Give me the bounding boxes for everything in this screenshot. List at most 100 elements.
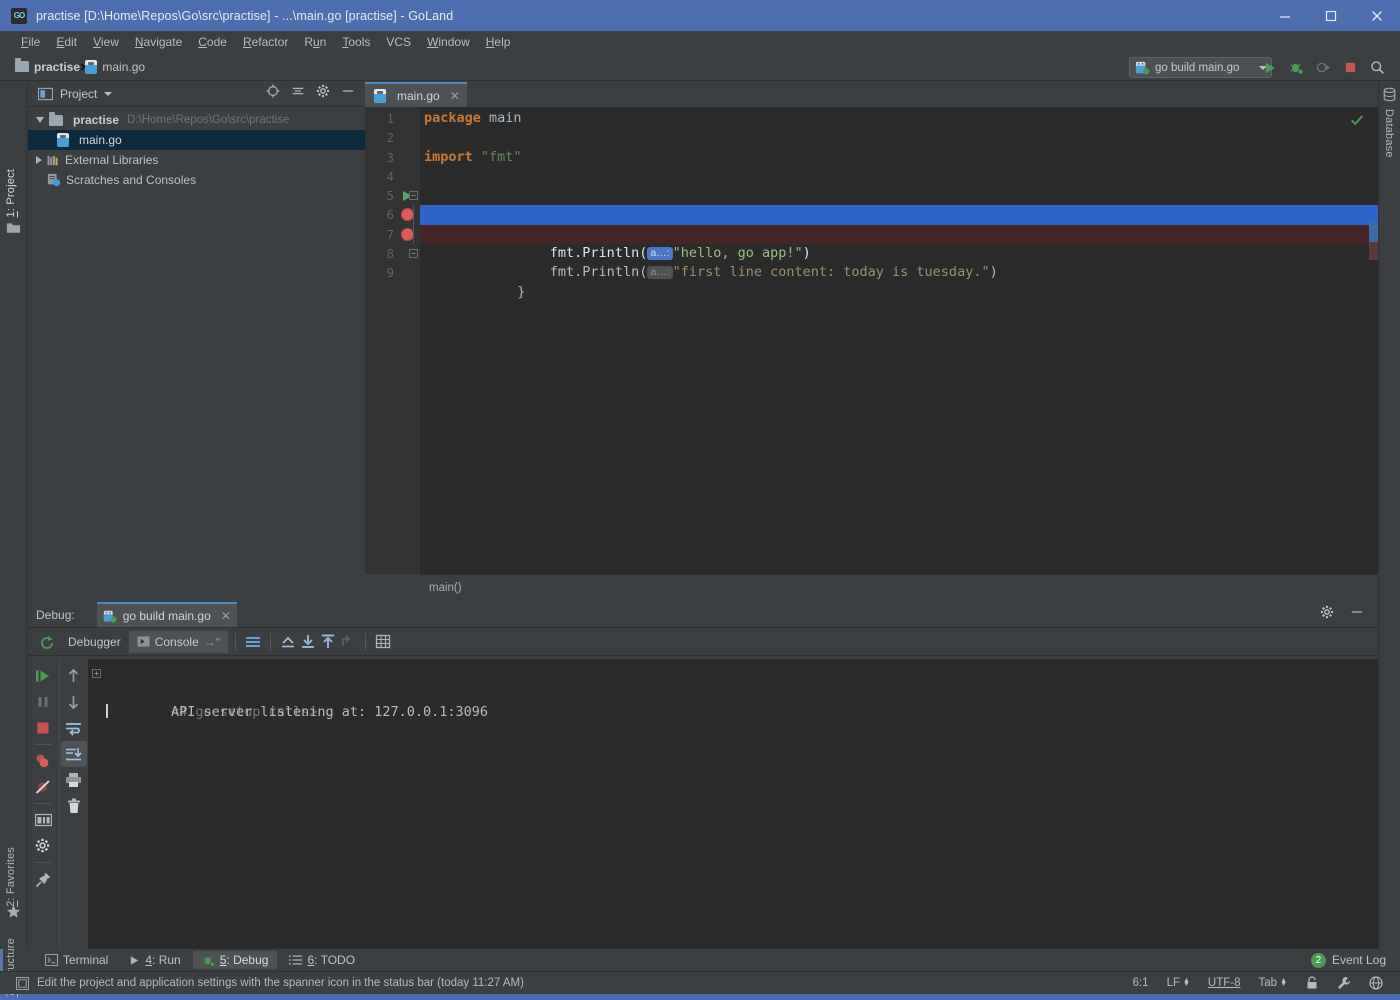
menu-code[interactable]: Code (190, 33, 235, 51)
maximize-icon[interactable] (1308, 0, 1354, 31)
menu-file[interactable]: FFileile (13, 33, 48, 51)
fold-close-icon[interactable]: − (409, 249, 418, 258)
menu-edit[interactable]: Edit (48, 33, 85, 51)
breadcrumb-label: practise (34, 60, 80, 74)
editor-body[interactable]: 1 2 3 4 5 6 7 8 9 (365, 107, 1378, 574)
arrow-down-icon[interactable] (61, 689, 87, 715)
menu-help[interactable]: Help (478, 33, 519, 51)
collapse-icon[interactable] (291, 84, 305, 103)
run-icon[interactable] (1261, 59, 1278, 76)
menu-navigate[interactable]: Navigate (127, 33, 190, 51)
console-line: API server listening at: 127.0.0.1:3096 (88, 683, 1378, 702)
project-panel-title: Project (60, 87, 97, 101)
close-icon[interactable]: ✕ (450, 89, 460, 103)
resume-icon[interactable] (30, 663, 56, 689)
view-breakpoints-icon[interactable] (30, 748, 56, 774)
tab-debugger[interactable]: Debugger (60, 631, 129, 653)
debug-side-toolbar (28, 659, 58, 949)
play-icon (129, 955, 140, 966)
bottom-tab-terminal[interactable]: Terminal (36, 951, 117, 969)
layout-icon[interactable] (30, 807, 56, 833)
tree-item-practise[interactable]: practise D:\Home\Repos\Go\src\practise (28, 110, 365, 130)
bottom-tab-todo[interactable]: 6: TODO (280, 951, 364, 969)
pin-icon[interactable] (30, 866, 56, 892)
search-icon[interactable] (1369, 59, 1386, 76)
menu-tools[interactable]: Tools (334, 33, 378, 51)
status-message: Edit the project and application setting… (37, 977, 524, 989)
tab-label: Console (155, 635, 199, 649)
mute-breakpoints-icon[interactable] (30, 774, 56, 800)
bottom-tab-run[interactable]: 4: Run (120, 951, 189, 969)
gear-icon[interactable] (30, 833, 56, 859)
indent-setting[interactable]: Tab ▲▼ (1250, 977, 1296, 989)
console-icon (137, 635, 150, 648)
minus-icon[interactable] (1350, 605, 1364, 624)
debug-panel-header: Debug: go build main.go ✕ (28, 602, 1378, 628)
arrow-up-icon[interactable] (61, 663, 87, 689)
menu-view[interactable]: View (85, 33, 127, 51)
table-icon[interactable] (373, 632, 393, 652)
go-file-icon (85, 60, 97, 74)
menu-vcs[interactable]: VCS (378, 33, 419, 51)
console-scrollbar[interactable] (1366, 659, 1376, 949)
editor-breadcrumb-bar[interactable]: main() (420, 574, 1378, 600)
project-view-icon (38, 87, 53, 101)
debug-session-tab[interactable]: go build main.go ✕ (97, 602, 237, 627)
caret-position[interactable]: 6:1 (1124, 977, 1158, 989)
sidebar-item-database[interactable]: Database (1383, 109, 1395, 158)
tab-console[interactable]: Console →ʺ (129, 631, 228, 653)
tree-item-main-go[interactable]: main.go (28, 130, 365, 150)
trash-icon[interactable] (61, 793, 87, 819)
debug-icon[interactable] (1288, 59, 1305, 76)
chevron-right-icon[interactable] (36, 156, 42, 164)
menu-window[interactable]: Window (419, 33, 478, 51)
breadcrumb-practise[interactable]: practise (15, 60, 80, 74)
tree-item-scratches-and-consoles[interactable]: Scratches and Consoles (28, 170, 365, 190)
line-number: 8 (365, 244, 398, 263)
breadcrumb-label: main.go (102, 60, 145, 74)
attach-to-process-icon[interactable] (1315, 59, 1332, 76)
wrap-icon[interactable] (243, 632, 263, 652)
console-output[interactable]: + <4 go setup calls> API server listenin… (88, 659, 1378, 949)
menu-run[interactable]: Run (296, 33, 334, 51)
file-encoding[interactable]: UTF-8 (1199, 977, 1250, 989)
tree-item-external-libraries[interactable]: External Libraries (28, 150, 365, 170)
stop-icon[interactable] (1342, 59, 1359, 76)
scroll-to-end-icon[interactable] (298, 632, 318, 652)
lock-icon[interactable] (1296, 976, 1328, 990)
tab-main-go[interactable]: main.go ✕ (365, 82, 467, 107)
fold-open-icon[interactable]: − (409, 191, 418, 200)
minimize-icon[interactable] (1262, 0, 1308, 31)
menu-refactor[interactable]: Refactor (235, 33, 296, 51)
inspection-status-icon[interactable] (1350, 113, 1364, 132)
scroll-to-start-icon[interactable] (318, 632, 338, 652)
sidebar-item-project[interactable]: 1: Project (5, 169, 17, 217)
code-text[interactable]: package main import "fmt" − func main() … (420, 107, 1378, 574)
scroll-up-icon[interactable] (278, 632, 298, 652)
target-icon[interactable] (266, 84, 280, 103)
rerun-icon[interactable] (36, 632, 58, 654)
gear-icon[interactable] (316, 84, 330, 103)
printer-icon[interactable] (61, 767, 87, 793)
ide-settings-icon[interactable] (1360, 976, 1392, 990)
folder-icon (49, 115, 63, 126)
console-caret-line (88, 703, 1378, 722)
bottom-tab-debug[interactable]: 5: Debug (193, 951, 278, 969)
close-icon[interactable] (1354, 0, 1400, 31)
minus-icon[interactable] (341, 84, 355, 103)
sidebar-item-favorites[interactable]: 2: Favorites (5, 847, 17, 907)
event-log-button[interactable]: 2 Event Log (1311, 953, 1400, 968)
editor-gutter[interactable]: 1 2 3 4 5 6 7 8 9 (365, 107, 420, 574)
line-separator[interactable]: LF ▲▼ (1158, 977, 1199, 989)
chevron-down-icon[interactable] (104, 92, 112, 96)
soft-wrap-icon[interactable] (61, 715, 87, 741)
chevron-down-icon[interactable] (36, 117, 44, 123)
fold-expand-icon[interactable]: + (92, 669, 101, 678)
stop-icon[interactable] (30, 715, 56, 741)
breadcrumb-main-go[interactable]: main.go (85, 60, 145, 74)
close-icon[interactable]: ✕ (221, 609, 231, 623)
scroll-end-icon[interactable] (61, 741, 87, 767)
run-configuration-selector[interactable]: go build main.go (1129, 57, 1272, 78)
gear-icon[interactable] (1320, 605, 1334, 624)
wrench-icon[interactable] (1328, 976, 1360, 990)
